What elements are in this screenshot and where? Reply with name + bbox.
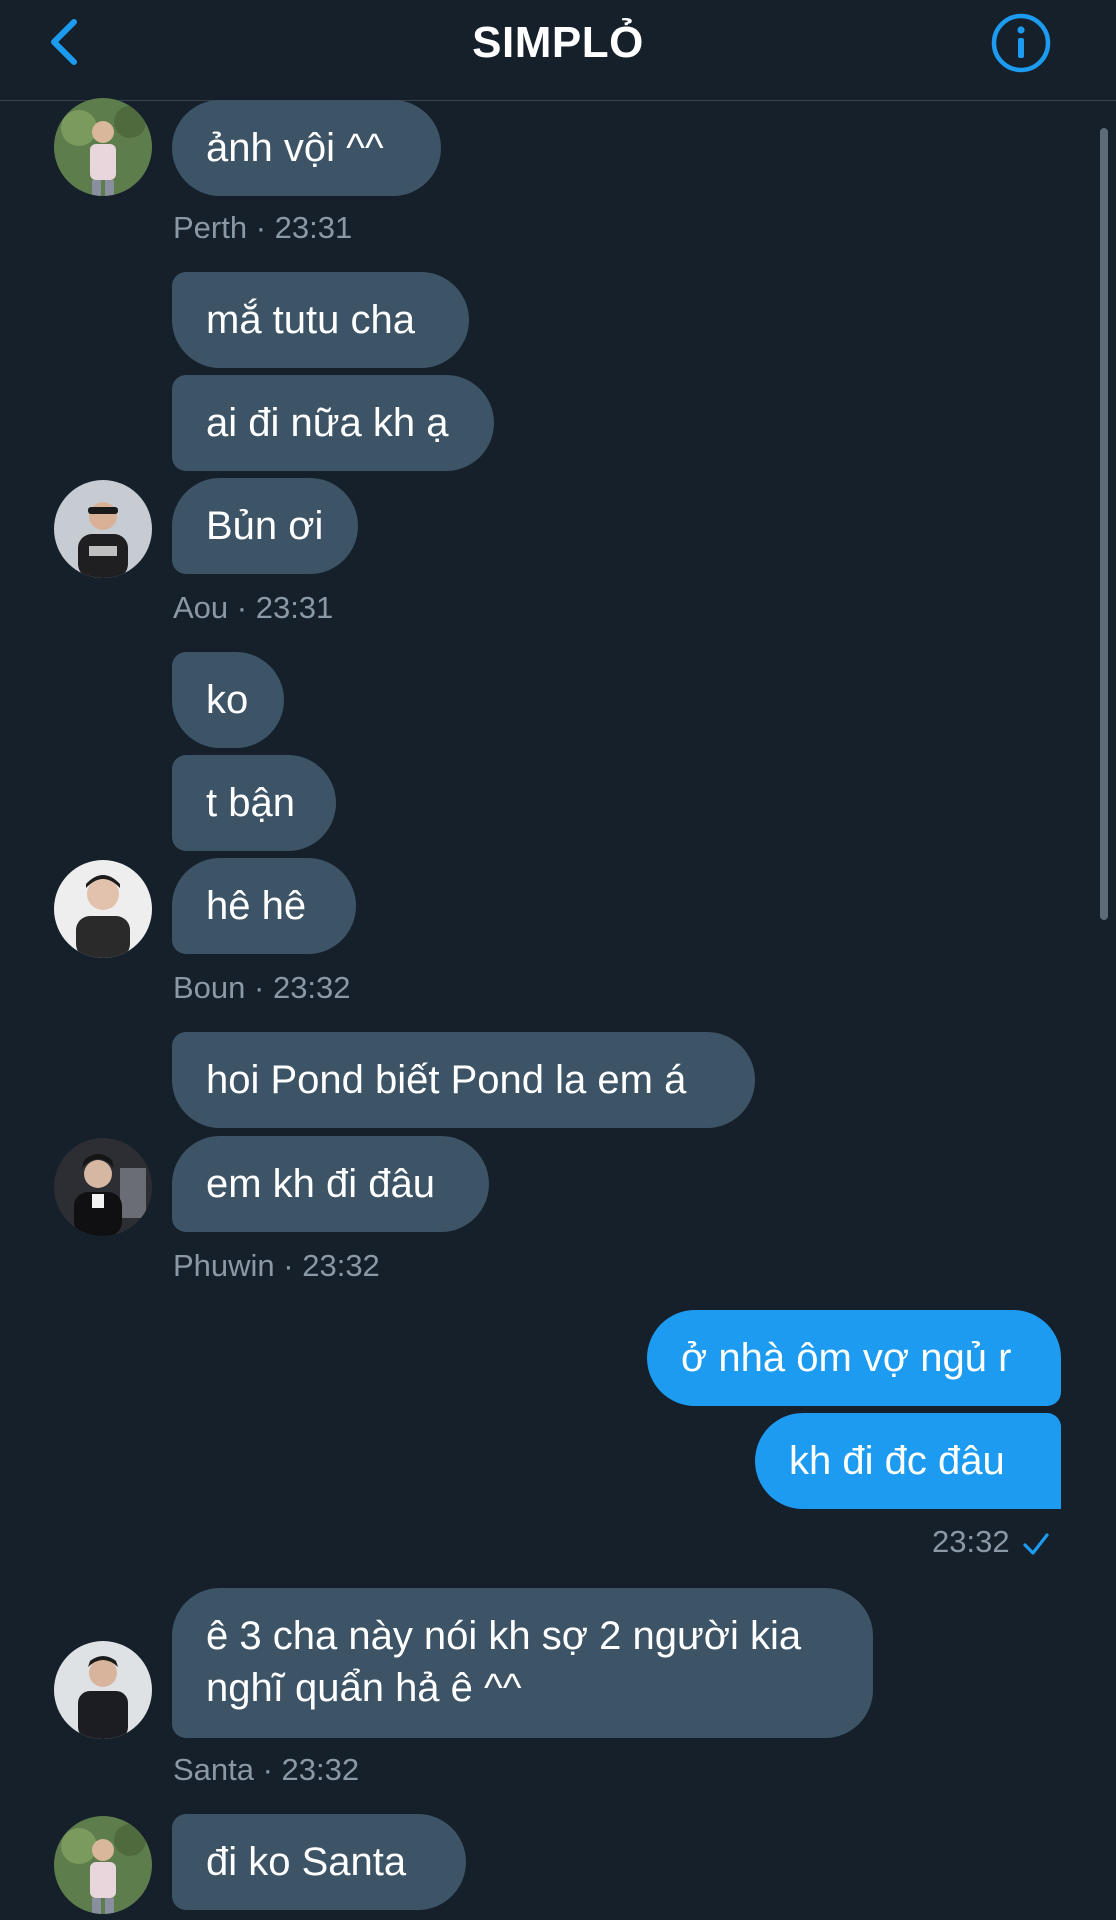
message-meta: 23:32: [932, 1524, 1050, 1560]
avatar-aou[interactable]: [54, 480, 152, 578]
message-meta: Phuwin · 23:32: [173, 1248, 380, 1283]
message-bubble[interactable]: ê 3 cha này nói kh sợ 2 người kia nghĩ q…: [172, 1588, 873, 1738]
message-bubble[interactable]: ảnh vội ^^: [172, 100, 441, 196]
check-icon: [1022, 1533, 1049, 1555]
message-bubble[interactable]: hoi Pond biết Pond la em á: [172, 1032, 755, 1128]
message-bubble[interactable]: em kh đi đâu: [172, 1136, 489, 1232]
message-bubble[interactable]: t bận: [172, 755, 336, 851]
avatar-boun[interactable]: [54, 860, 152, 958]
message-meta: Aou · 23:31: [173, 590, 334, 625]
info-icon: [991, 13, 1051, 73]
avatar-santa[interactable]: [54, 1641, 152, 1739]
message-meta: Boun · 23:32: [173, 970, 351, 1005]
message-bubble[interactable]: mắ tutu cha: [172, 272, 469, 368]
message-bubble[interactable]: ai đi nữa kh ạ: [172, 375, 494, 471]
avatar-perth[interactable]: [54, 1816, 152, 1914]
conversation-title: SIMPLỎ: [472, 18, 644, 67]
message-time: 23:32: [932, 1524, 1010, 1559]
scrollbar[interactable]: [1100, 128, 1108, 920]
avatar-perth[interactable]: [54, 98, 152, 196]
message-meta: Perth · 23:31: [173, 210, 353, 245]
message-bubble[interactable]: hê hê: [172, 858, 356, 954]
conversation-header: SIMPLỎ: [0, 0, 1116, 101]
outgoing-message-bubble[interactable]: ở nhà ôm vợ ngủ r: [647, 1310, 1061, 1406]
outgoing-message-bubble[interactable]: kh đi đc đâu: [755, 1413, 1061, 1509]
avatar-phuwin[interactable]: [54, 1138, 152, 1236]
message-bubble[interactable]: đi ko Santa: [172, 1814, 466, 1910]
message-bubble[interactable]: ko: [172, 652, 284, 748]
info-button[interactable]: [990, 12, 1052, 74]
message-bubble[interactable]: Bủn ơi: [172, 478, 358, 574]
message-meta: Santa · 23:32: [173, 1752, 360, 1787]
